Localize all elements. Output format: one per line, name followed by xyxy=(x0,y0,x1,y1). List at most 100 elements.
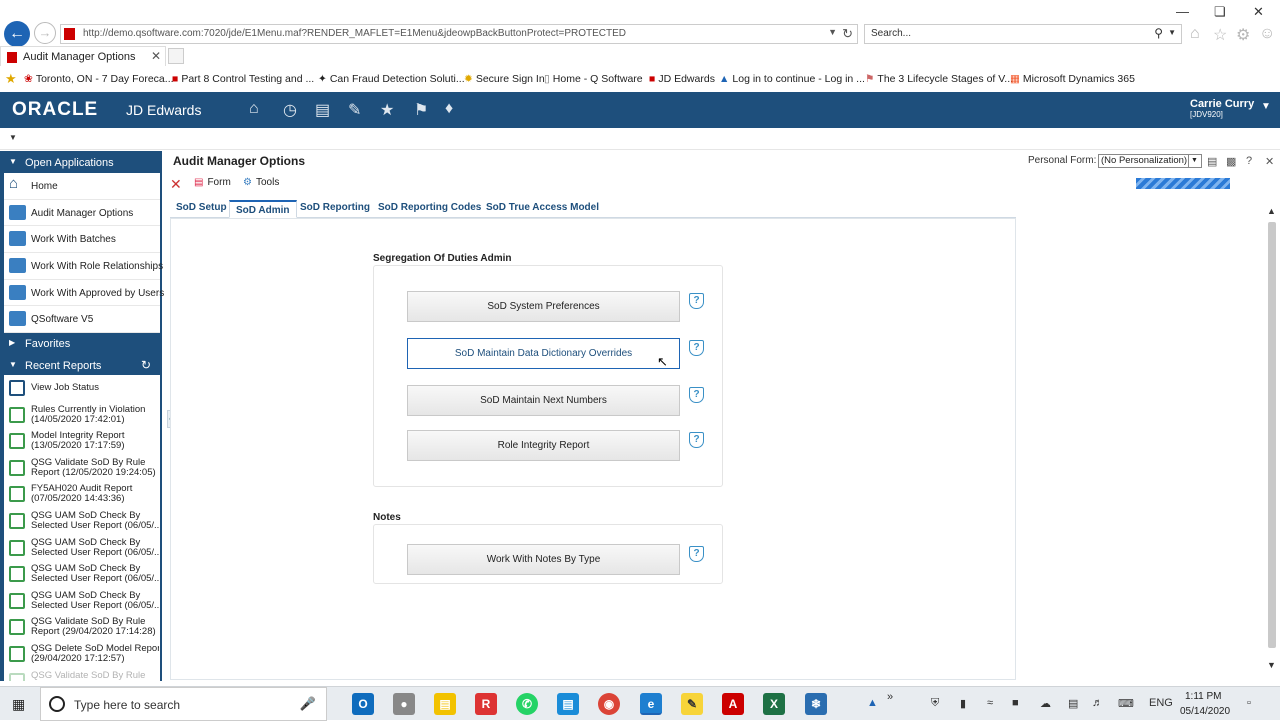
language-bar-icon[interactable]: ▤ xyxy=(1068,697,1078,710)
favorite-link[interactable]: ⚑ The 3 Lifecycle Stages of V... xyxy=(865,73,1013,85)
carousel-toggle-icon[interactable]: ▼ xyxy=(9,133,17,142)
role-integrity-report-button[interactable]: Role Integrity Report xyxy=(407,430,680,461)
refresh-icon[interactable]: ↻ xyxy=(141,358,151,372)
sticky-notes-icon[interactable]: ✎ xyxy=(681,693,703,715)
tab-close-icon[interactable]: ✕ xyxy=(151,49,161,63)
open-applications-header[interactable]: ▼ Open Applications xyxy=(0,153,162,173)
print-icon[interactable]: ▩ xyxy=(1226,155,1236,168)
favorite-link[interactable]: ▯ Home - Q Software xyxy=(544,73,643,85)
open-app-approved-by-users[interactable]: Work With Approved by Users xyxy=(4,280,164,307)
work-with-notes-by-type-button[interactable]: Work With Notes By Type xyxy=(407,544,680,575)
help-icon[interactable]: ? xyxy=(689,432,704,448)
app-icon[interactable]: ▤ xyxy=(557,693,579,715)
chrome-icon[interactable]: ◉ xyxy=(598,693,620,715)
browser-tab[interactable]: Audit Manager Options ✕ xyxy=(0,46,166,66)
recent-icon[interactable]: ◷ xyxy=(283,100,297,120)
search-dropdown-icon[interactable]: ▼ xyxy=(1168,28,1176,37)
shield-icon[interactable]: ⛨ xyxy=(931,697,939,710)
favorites-header[interactable]: ▶ Favorites xyxy=(0,334,162,354)
tab-sod-reporting[interactable]: SoD Reporting xyxy=(300,202,370,213)
recent-report-item[interactable]: QSG Validate SoD By Rule xyxy=(4,668,160,681)
favorite-link[interactable]: ✦ Can Fraud Detection Soluti... xyxy=(318,73,465,85)
minimize-icon[interactable]: — xyxy=(1176,4,1189,19)
network-icon[interactable]: ≈ xyxy=(987,697,993,709)
help-icon[interactable]: ? xyxy=(689,546,704,562)
open-app-audit-manager-options[interactable]: Audit Manager Options xyxy=(4,199,160,227)
edit-icon[interactable]: ✎ xyxy=(348,100,361,120)
restore-icon[interactable]: ❏ xyxy=(1214,4,1226,20)
browser-search-placeholder[interactable]: Search... xyxy=(871,28,911,39)
keyboard-icon[interactable]: ⌨ xyxy=(1118,697,1134,710)
address-dropdown-icon[interactable]: ▼ xyxy=(828,27,837,37)
sod-maintain-next-numbers-button[interactable]: SoD Maintain Next Numbers xyxy=(407,385,680,416)
new-tab-button[interactable] xyxy=(168,48,184,64)
close-window-icon[interactable]: ✕ xyxy=(1253,4,1264,20)
rsa-icon[interactable]: R xyxy=(475,693,497,715)
favorite-link[interactable]: ❀ Toronto, ON - 7 Day Foreca... xyxy=(24,73,174,85)
app-icon[interactable]: ● xyxy=(393,693,415,715)
battery-icon[interactable]: ▮ xyxy=(960,697,966,710)
favorite-link[interactable]: ■ JD Edwards xyxy=(649,73,715,85)
notifications-icon[interactable]: ▫ xyxy=(1247,697,1251,709)
windows-start-icon[interactable]: ▦ xyxy=(12,696,25,713)
recent-report-item[interactable]: FY5AH020 Audit Report (07/05/2020 14:43:3… xyxy=(4,481,160,508)
user-name[interactable]: Carrie Curry xyxy=(1190,98,1254,110)
open-app-home[interactable]: ⌂ Home xyxy=(4,173,160,200)
app-tray-icon[interactable]: ■ xyxy=(1012,697,1019,709)
clock-time[interactable]: 1:11 PM xyxy=(1185,691,1222,702)
open-app-role-relationships[interactable]: Work With Role Relationships xyxy=(4,253,163,280)
tab-sod-setup[interactable]: SoD Setup xyxy=(176,202,227,213)
help-icon[interactable]: ? xyxy=(689,293,704,309)
recent-report-item[interactable]: QSG UAM SoD Check By Selected User Report… xyxy=(4,508,160,535)
sod-system-preferences-button[interactable]: SoD System Preferences xyxy=(407,291,680,322)
recent-report-item[interactable]: QSG UAM SoD Check By Selected User Report… xyxy=(4,588,160,615)
search-icon[interactable]: ⚲ xyxy=(1154,26,1163,40)
home-icon[interactable]: ⌂ xyxy=(249,100,259,118)
personal-form-value[interactable]: (No Personalization) xyxy=(1101,155,1187,166)
oracle-logo[interactable]: ORACLE xyxy=(12,99,98,121)
tab-sod-reporting-codes[interactable]: SoD Reporting Codes xyxy=(378,202,481,213)
volume-icon[interactable]: ♬ xyxy=(1092,697,1103,709)
recent-report-item[interactable]: QSG Validate SoD By Rule Report (12/05/20… xyxy=(4,455,160,482)
recent-report-item[interactable]: QSG UAM SoD Check By Selected User Report… xyxy=(4,561,160,588)
recent-report-item[interactable]: View Job Status xyxy=(4,375,160,402)
address-url[interactable]: http://demo.qsoftware.com:7020/jde/E1Men… xyxy=(83,28,626,39)
favorite-link[interactable]: ✹ Secure Sign In xyxy=(464,73,545,85)
recent-report-item[interactable]: QSG Validate SoD By Rule Report (29/04/20… xyxy=(4,614,160,641)
smiley-feedback-icon[interactable]: ☺ xyxy=(1259,25,1275,43)
excel-icon[interactable]: X xyxy=(763,693,785,715)
favorites-bar-star-icon[interactable]: ★ xyxy=(5,71,17,87)
azure-icon[interactable]: ▲ xyxy=(867,697,878,709)
internet-explorer-icon[interactable]: e xyxy=(640,693,662,715)
taskbar-search-box[interactable]: Type here to search 🎤 xyxy=(40,687,327,721)
tab-sod-admin[interactable]: SoD Admin xyxy=(229,200,297,218)
watchlist-icon[interactable]: ▤ xyxy=(315,100,330,120)
clock-date[interactable]: 05/14/2020 xyxy=(1180,706,1230,717)
cortana-icon[interactable] xyxy=(49,696,65,712)
notification-bell-icon[interactable]: ♦ xyxy=(445,100,453,118)
close-icon[interactable]: ✕ xyxy=(1265,155,1274,168)
language-indicator[interactable]: ENG xyxy=(1149,697,1173,709)
sod-maintain-dd-overrides-button[interactable]: SoD Maintain Data Dictionary Overrides xyxy=(407,338,680,369)
recent-reports-header[interactable]: ▼ Recent Reports ↻ xyxy=(0,356,162,376)
open-app-qsoftware-v5[interactable]: QSoftware V5 xyxy=(4,306,160,334)
home-icon[interactable]: ⌂ xyxy=(1190,25,1200,43)
onedrive-icon[interactable]: ☁ xyxy=(1040,697,1051,710)
recent-report-item[interactable]: Rules Currently in Violation (14/05/2020 … xyxy=(4,402,160,429)
scroll-down-icon[interactable]: ▼ xyxy=(1267,660,1276,670)
favorite-link[interactable]: ■ Part 8 Control Testing and ... xyxy=(172,73,314,85)
favorites-star-icon[interactable]: ☆ xyxy=(1213,25,1227,45)
help-icon[interactable]: ? xyxy=(689,340,704,356)
outlook-icon[interactable]: O xyxy=(352,693,374,715)
forward-button[interactable]: → xyxy=(34,22,56,44)
favorite-link[interactable]: ▲ Log in to continue - Log in ... xyxy=(719,73,865,85)
user-menu-caret-icon[interactable]: ▼ xyxy=(1261,101,1271,112)
form-menu[interactable]: ▤ Form xyxy=(194,177,231,188)
flag-icon[interactable]: ⚑ xyxy=(414,100,428,120)
personal-form-select[interactable]: (No Personalization) ▼ xyxy=(1098,154,1202,168)
whatsapp-icon[interactable]: ✆ xyxy=(516,693,538,715)
taskbar-search-placeholder[interactable]: Type here to search xyxy=(74,698,180,712)
open-app-work-with-batches[interactable]: Work With Batches xyxy=(4,226,160,254)
chevron-down-icon[interactable]: ▼ xyxy=(1188,155,1200,167)
vertical-scrollbar[interactable]: ▲ ▼ xyxy=(1264,206,1280,676)
